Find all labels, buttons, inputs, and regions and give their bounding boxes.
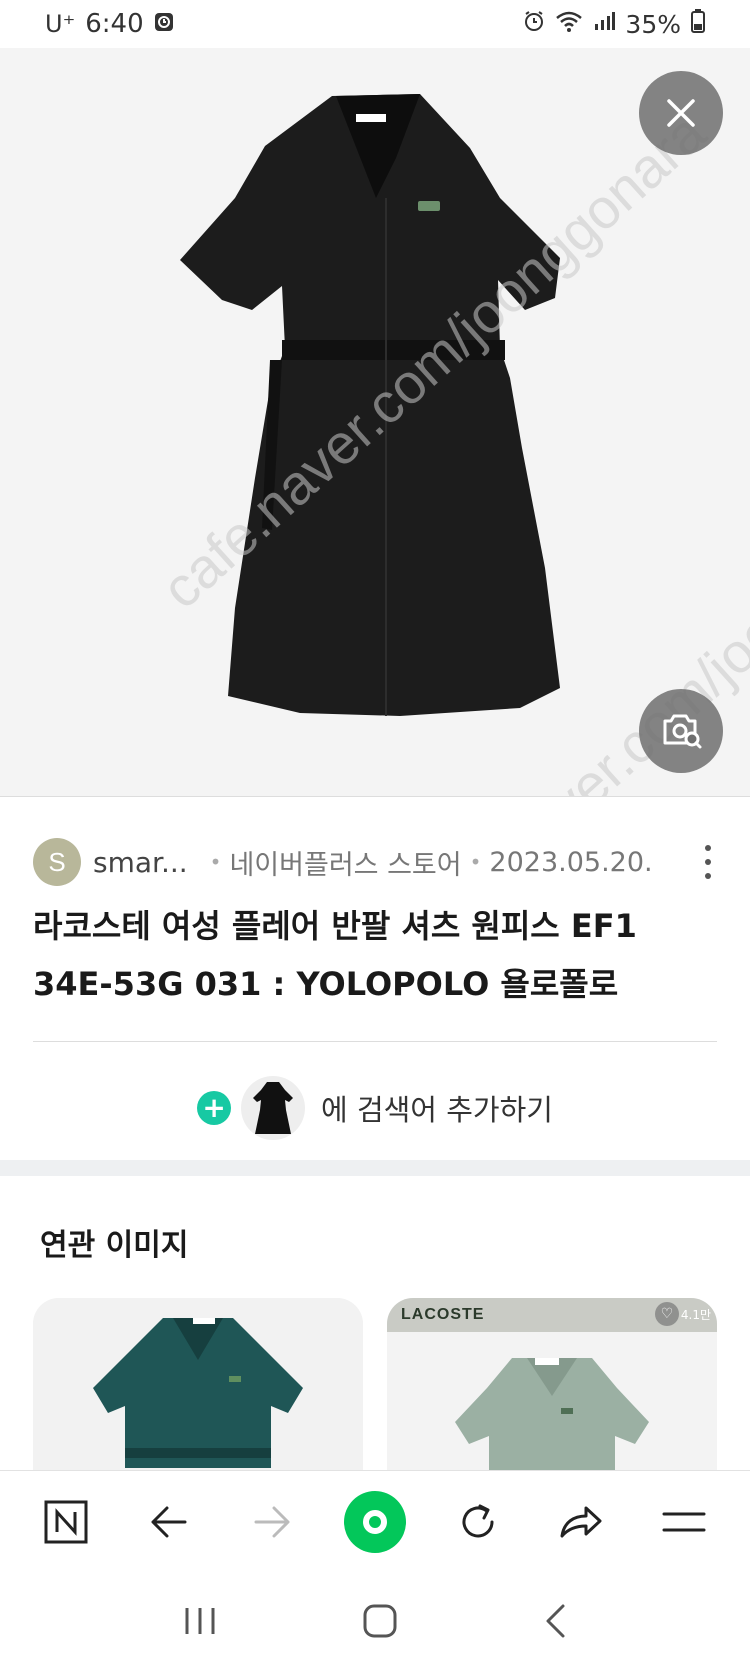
plus-icon: + [197, 1091, 232, 1125]
forward-button[interactable] [232, 1482, 312, 1562]
divider [33, 1041, 717, 1042]
share-icon [560, 1506, 602, 1538]
battery-icon [691, 8, 705, 40]
clock-icon [154, 9, 174, 39]
title-line-2: 34E-53G 031 : YOLOPOLO 욜로폴로 [33, 965, 619, 1003]
home-icon [363, 1604, 397, 1638]
wifi-icon [555, 9, 583, 39]
image-search-icon [663, 714, 702, 749]
carrier-label: U⁺ [45, 10, 76, 38]
section-gap [0, 1160, 750, 1176]
alarm-icon [523, 9, 545, 39]
related-images-section: 연관 이미지 LACOSTE ♡ 4.1만 [0, 1176, 750, 1470]
related-images-title: 연관 이미지 [40, 1228, 189, 1263]
like-count: 4.1만 [680, 1308, 711, 1322]
close-button[interactable] [639, 71, 723, 155]
time-label: 6:40 [85, 9, 144, 39]
status-bar: U⁺ 6:40 35% [0, 0, 750, 48]
related-image-card[interactable] [33, 1298, 363, 1470]
share-button[interactable] [541, 1482, 621, 1562]
more-dot-icon [705, 859, 711, 865]
signal-icon [593, 9, 616, 39]
related-image-card[interactable]: LACOSTE ♡ 4.1만 [387, 1298, 717, 1470]
recent-apps-icon [185, 1608, 215, 1634]
image-search-button[interactable] [639, 689, 723, 773]
more-dot-icon [705, 873, 711, 879]
refresh-button[interactable] [438, 1482, 518, 1562]
more-options-button[interactable] [693, 845, 723, 879]
post-meta: S smar... • 네이버플러스 스토어 • 2023.05.20. [33, 837, 723, 887]
add-search-label: 에 검색어 추가하기 [321, 1093, 553, 1127]
back-arrow-icon [151, 1506, 187, 1538]
back-button[interactable] [129, 1482, 209, 1562]
dress-thumbnail [241, 1076, 306, 1140]
green-dot-icon [343, 1491, 406, 1553]
menu-icon [662, 1512, 706, 1532]
close-icon [667, 99, 695, 127]
forward-arrow-icon [254, 1506, 290, 1538]
source-label[interactable]: 네이버플러스 스토어 [229, 843, 461, 882]
green-dot-button[interactable] [335, 1482, 415, 1562]
recent-apps-button[interactable] [183, 1606, 217, 1640]
naver-home-button[interactable] [26, 1482, 106, 1562]
chevron-left-icon [546, 1604, 565, 1638]
more-dot-icon [705, 845, 711, 851]
separator-dot: • [209, 850, 222, 874]
battery-percent: 35% [625, 9, 681, 39]
brand-label: LACOSTE [401, 1306, 485, 1323]
system-back-button[interactable] [543, 1603, 567, 1643]
system-nav-bar [0, 1573, 750, 1673]
refresh-icon [462, 1504, 494, 1538]
home-button[interactable] [362, 1603, 398, 1643]
post-info: S smar... • 네이버플러스 스토어 • 2023.05.20. 라코스… [0, 796, 750, 1160]
post-date: 2023.05.20. [489, 846, 653, 878]
naver-n-icon [44, 1500, 88, 1544]
separator-dot: • [469, 850, 482, 874]
browser-toolbar [0, 1470, 750, 1573]
product-image[interactable]: cafe.naver.com/joonggonara cafe.naver.co… [0, 48, 750, 796]
heart-icon[interactable]: ♡ [655, 1302, 679, 1326]
teal-dress-image [33, 1298, 363, 1470]
seller-name[interactable]: smar... [93, 846, 188, 879]
title-line-1: 라코스테 여성 플레어 반팔 셔츠 원피스 EF1 [33, 907, 637, 945]
avatar[interactable]: S [33, 838, 81, 886]
add-search-term-button[interactable]: + 에 검색어 추가하기 [0, 1073, 750, 1143]
menu-button[interactable] [644, 1482, 724, 1562]
post-title[interactable]: 라코스테 여성 플레어 반팔 셔츠 원피스 EF1 34E-53G 031 : … [33, 897, 723, 1013]
